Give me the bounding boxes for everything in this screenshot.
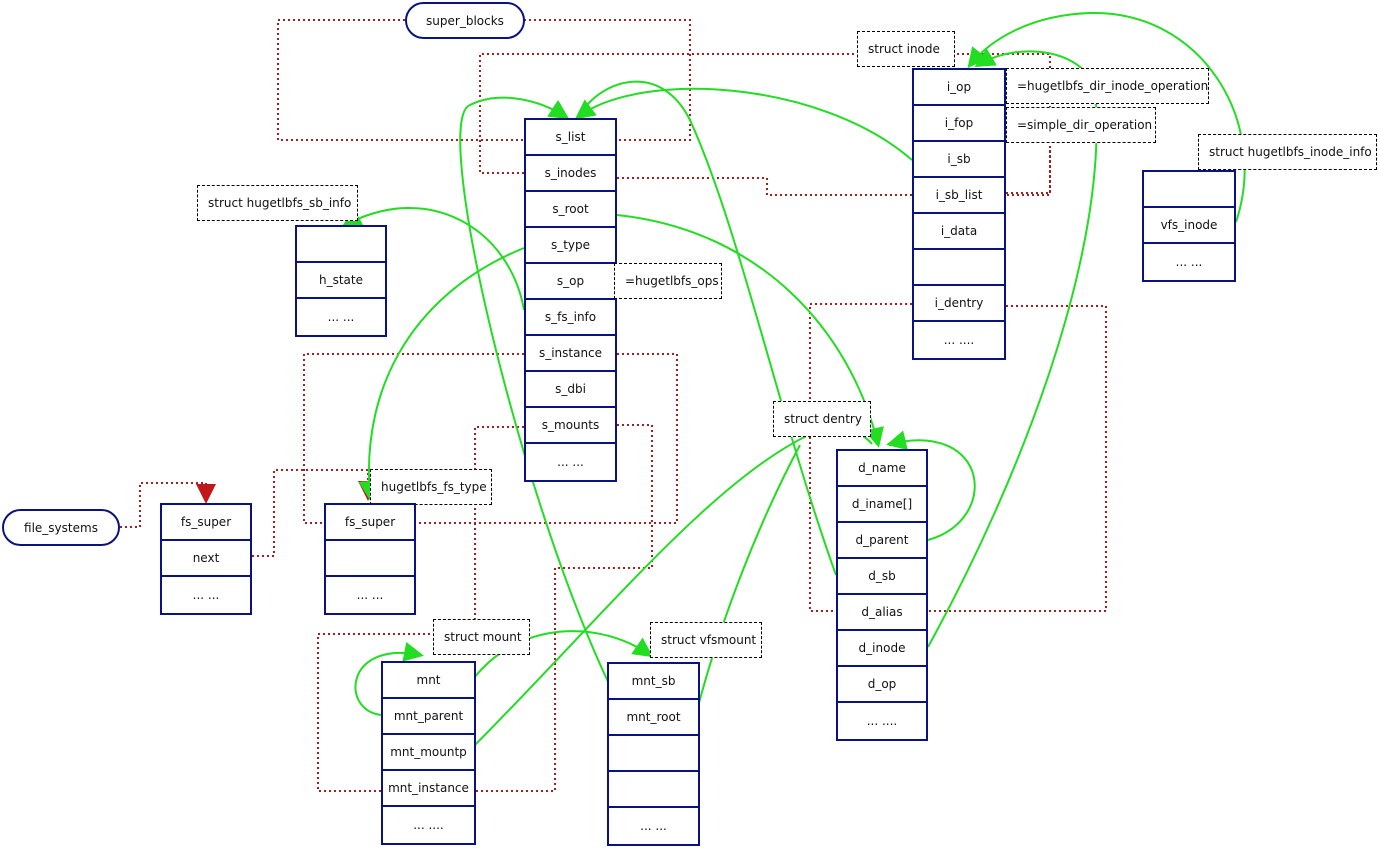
- ptr-s-type: [358, 247, 525, 501]
- field-inode-more: ... ....: [943, 333, 975, 347]
- field-i-data: i_data: [914, 214, 1004, 250]
- s-op-value-label: =hugetlbfs_ops: [614, 263, 722, 299]
- field-s-fs-info: s_fs_info: [526, 300, 615, 336]
- field-d-parent: d_parent: [838, 523, 926, 559]
- list-link-s-inodes-right: [617, 177, 912, 196]
- field-vfsmount-blank-2: [609, 772, 698, 808]
- field-i-sb: i_sb: [914, 142, 1004, 178]
- hugetlbfs-sb-info-struct: h_state ... ...: [295, 225, 387, 337]
- field-next: next: [162, 541, 250, 577]
- field-d-name: d_name: [838, 451, 926, 487]
- field-vfs-inode: vfs_inode: [1144, 208, 1234, 244]
- field-fs-more: ... ...: [192, 588, 220, 602]
- field-sb-info-blank: [297, 227, 385, 263]
- struct-mount-label: struct mount: [433, 619, 530, 655]
- field-mnt-instance: mnt_instance: [383, 771, 474, 807]
- i-op-value-label: =hugetlbfs_dir_inode_operation: [1006, 68, 1209, 104]
- i-fop-value-label: =simple_dir_operation: [1006, 107, 1156, 143]
- field-i-op: i_op: [914, 70, 1004, 106]
- field-vfsmount-more: ... ...: [640, 819, 667, 833]
- field-s-list: s_list: [526, 120, 615, 156]
- struct-hugetlbfs-inode-info-label: struct hugetlbfs_inode_info: [1198, 134, 1377, 170]
- field-s-mounts: s_mounts: [526, 408, 615, 444]
- field-i-sb-list: i_sb_list: [914, 178, 1004, 214]
- mount-struct: mnt mnt_parent mnt_mountp mnt_instance .…: [381, 661, 476, 845]
- hugetlbfs-fs-type-struct: fs_super ... ...: [324, 503, 416, 615]
- field-s-instance: s_instance: [526, 336, 615, 372]
- field-mnt-sb: mnt_sb: [609, 664, 698, 700]
- field-i-dentry: i_dentry: [914, 286, 1004, 322]
- field-inode-info-more: ... ...: [1175, 255, 1203, 269]
- dentry-struct: d_name d_iname[] d_parent d_sb d_alias d…: [836, 449, 928, 741]
- file-system-type-struct: fs_super next ... ...: [160, 503, 252, 615]
- struct-hugetlbfs-sb-info-label: struct hugetlbfs_sb_info: [197, 185, 358, 221]
- field-s-inodes: s_inodes: [526, 156, 615, 192]
- struct-dentry-label: struct dentry: [773, 401, 871, 437]
- super-blocks-root: super_blocks: [405, 2, 525, 39]
- field-s-root: s_root: [526, 192, 615, 228]
- inode-struct: i_op i_fop i_sb i_sb_list i_data i_dentr…: [912, 68, 1006, 360]
- file-systems-label: file_systems: [24, 520, 98, 535]
- field-d-alias: d_alias: [838, 595, 926, 631]
- field-d-sb: d_sb: [838, 559, 926, 595]
- field-i-fop: i_fop: [914, 106, 1004, 142]
- field-s-type: s_type: [526, 228, 615, 264]
- field-s-dbi: s_dbi: [526, 372, 615, 408]
- hugetlbfs-fs-type-label: hugetlbfs_fs_type: [370, 469, 492, 505]
- hugetlbfs-inode-info-struct: vfs_inode ... ...: [1142, 170, 1236, 282]
- field-hugetlbfs-more: ... ...: [356, 588, 384, 602]
- list-link-s-mounts: [474, 426, 524, 620]
- field-inode-blank: [914, 250, 1004, 286]
- field-sb-info-more: ... ...: [327, 310, 355, 324]
- field-vfsmount-blank-1: [609, 736, 698, 772]
- field-fs-super: fs_super: [162, 505, 250, 541]
- ptr-d-sb: [579, 80, 837, 576]
- ptr-mnt-root: [694, 444, 801, 719]
- super-blocks-label: super_blocks: [426, 13, 504, 28]
- ptr-i-sb: [574, 87, 913, 161]
- field-d-inode: d_inode: [838, 631, 926, 667]
- field-inode-info-blank: [1144, 172, 1234, 208]
- field-s-more: ... ...: [557, 455, 584, 469]
- field-d-iname: d_iname[]: [838, 487, 926, 523]
- field-h-state: h_state: [297, 263, 385, 299]
- field-hugetlbfs-blank: [326, 541, 414, 577]
- vfsmount-struct: mnt_sb mnt_root ... ...: [607, 662, 700, 846]
- field-hugetlbfs-fs-super: fs_super: [326, 505, 414, 541]
- field-dentry-more: ... ....: [866, 714, 898, 728]
- field-mnt-root: mnt_root: [609, 700, 698, 736]
- field-s-op: s_op: [526, 264, 615, 300]
- field-mnt-parent: mnt_parent: [383, 699, 474, 735]
- field-mnt-mountp: mnt_mountp: [383, 735, 474, 771]
- field-mnt: mnt: [383, 663, 474, 699]
- struct-vfsmount-label: struct vfsmount: [650, 622, 762, 658]
- super-block-struct: s_list s_inodes s_root s_type s_op s_fs_…: [524, 118, 617, 482]
- field-mount-more: ... ....: [413, 818, 444, 832]
- struct-inode-label: struct inode: [857, 31, 955, 67]
- file-systems-root: file_systems: [2, 509, 120, 546]
- list-link-i-sb-list-right: [1006, 150, 1051, 194]
- field-d-op: d_op: [838, 667, 926, 703]
- diagram-canvas: super_blocks file_systems s_list s_inode…: [0, 0, 1378, 850]
